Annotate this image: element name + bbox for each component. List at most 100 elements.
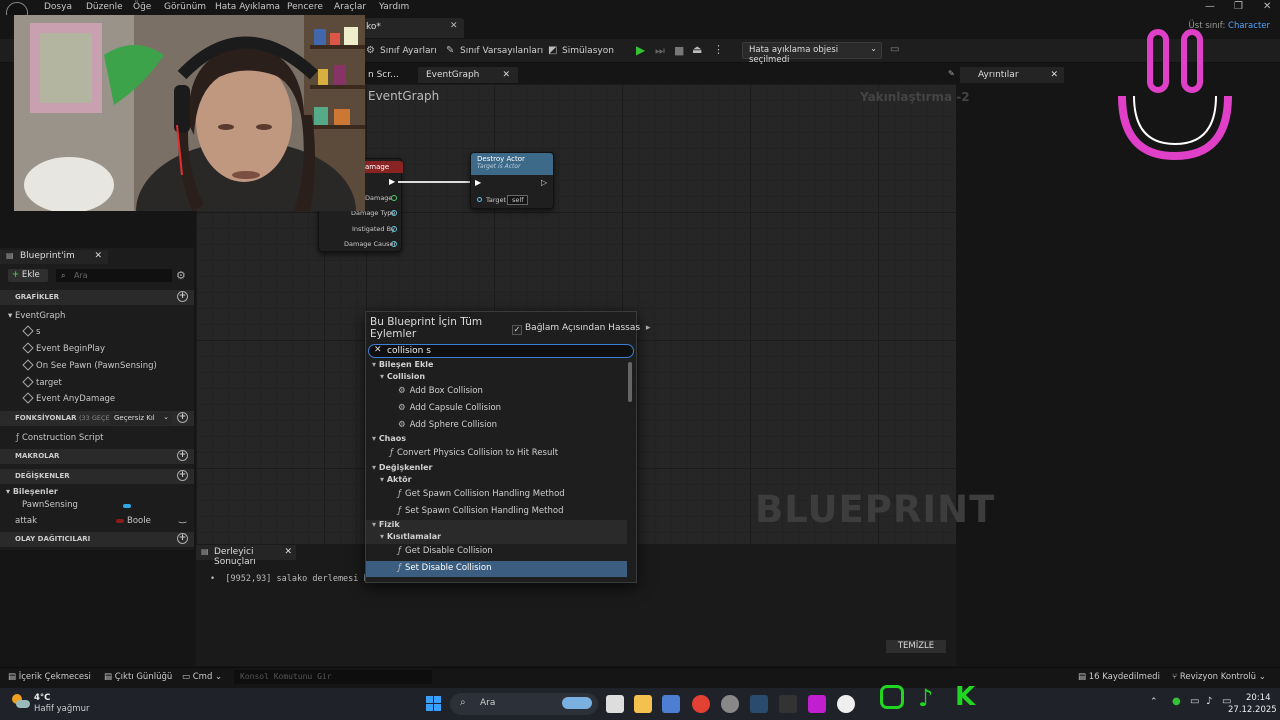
action-category[interactable]: ▾ Değişkenler — [366, 463, 627, 475]
add-variable-icon[interactable]: + — [177, 470, 188, 481]
more-options-icon[interactable]: ⋮ — [713, 43, 724, 56]
weather-icon[interactable] — [10, 692, 30, 712]
task-view-icon[interactable] — [606, 695, 624, 713]
output-log-button[interactable]: ▤ Çıktı Günlüğü — [104, 672, 172, 682]
tree-item-construction-script[interactable]: ƒ Construction Script — [16, 433, 103, 443]
action-category[interactable]: ▾ Bileşen Ekle — [366, 360, 627, 372]
blueprint-doc-tab[interactable]: ko* ✕ — [362, 18, 464, 38]
clock-date[interactable]: 27.12.2025 — [1228, 705, 1277, 715]
dispatchers-section-header[interactable]: OLAY DAĞITICILARI + — [0, 532, 194, 547]
network-icon[interactable]: ▭ — [1190, 696, 1199, 707]
action-item[interactable]: ƒ Set Disable Collision — [366, 561, 627, 577]
close-icon[interactable]: ✕ — [94, 251, 102, 261]
menu-debug[interactable]: Hata Ayıklama — [215, 2, 280, 12]
class-defaults-button[interactable]: ✎ Sınıf Varsayılanları — [446, 44, 543, 58]
exec-out-icon[interactable]: ▷ — [541, 178, 547, 187]
eject-icon[interactable]: ⏏ — [692, 43, 702, 56]
action-category[interactable]: ▾ Aktör — [366, 475, 627, 487]
chrome-icon[interactable] — [692, 695, 710, 713]
menu-view[interactable]: Görünüm — [164, 2, 206, 12]
action-category[interactable]: ▾ Chaos — [366, 434, 627, 446]
class-settings-button[interactable]: ⚙ Sınıf Ayarları — [366, 44, 437, 58]
action-item[interactable]: ƒ Get Spawn Collision Handling Method — [366, 487, 627, 503]
step-icon[interactable]: ⏭ — [655, 44, 665, 58]
component-pawnsensing[interactable]: PawnSensing — [22, 500, 78, 510]
close-icon[interactable]: ✕ — [1050, 70, 1058, 80]
revision-control-button[interactable]: ⑂ Revizyon Kontrolü ⌄ — [1172, 672, 1266, 682]
tree-item-anydamage[interactable]: Event AnyDamage — [22, 392, 115, 404]
tab-compiler-results[interactable]: ▤ Derleyici Sonuçları ✕ — [196, 545, 296, 567]
volume-icon[interactable]: ♪ — [1206, 696, 1212, 707]
action-item[interactable]: ⚙ Add Capsule Collision — [366, 401, 627, 417]
close-window-icon[interactable]: ✕ — [1263, 1, 1271, 12]
obs-icon[interactable] — [721, 695, 739, 713]
blueprint-search-input[interactable]: ⌕ Ara — [56, 269, 172, 282]
destroy-actor-node[interactable]: Destroy Actor Target is Actor ▶ ▷ Target… — [470, 152, 554, 209]
windows-start-icon[interactable] — [426, 696, 442, 712]
add-graph-icon[interactable]: + — [177, 291, 188, 302]
menu-tools[interactable]: Araçlar — [334, 2, 366, 12]
action-item[interactable]: ƒ Convert Physics Collision to Hit Result — [366, 446, 627, 462]
clear-search-icon[interactable]: ✕ — [374, 345, 382, 355]
action-list-scrollbar[interactable] — [628, 362, 632, 402]
tree-item-beginplay[interactable]: Event BeginPlay — [22, 342, 105, 354]
microphone-icon[interactable]: ● — [1172, 696, 1181, 707]
tree-item-eventgraph[interactable]: ▾ EventGraph — [8, 311, 65, 321]
exec-out-icon[interactable]: ▶ — [389, 177, 395, 186]
maximize-icon[interactable]: ❐ — [1234, 1, 1243, 12]
context-sensitive-checkbox[interactable]: ✓ Bağlam Açısından Hassas ▸ — [512, 323, 650, 335]
clock-time[interactable]: 20:14 — [1246, 693, 1271, 703]
action-category[interactable]: ▾ Kısıtlamalar — [366, 532, 627, 544]
play-icon[interactable]: ▶ — [636, 43, 645, 57]
store-icon[interactable] — [662, 695, 680, 713]
eye-icon[interactable]: ‿ — [179, 514, 186, 524]
clear-button[interactable]: TEMİZLE — [886, 640, 946, 653]
tab-details[interactable]: Ayrıntılar ✎ ✕ — [948, 67, 1064, 83]
target-self-field[interactable]: self — [507, 195, 529, 205]
pin-damage-causer-dot[interactable] — [391, 241, 397, 247]
steam-icon[interactable] — [750, 695, 768, 713]
taskbar-search[interactable]: ⌕ Ara — [450, 693, 598, 715]
pin-target-dot[interactable] — [477, 197, 482, 202]
menu-help[interactable]: Yardım — [379, 2, 409, 12]
override-dropdown[interactable]: Geçersiz Kıl ⌄ — [110, 413, 172, 425]
cmd-dropdown[interactable]: ▭ Cmd ⌄ — [182, 672, 222, 682]
tab-eventgraph[interactable]: EventGraph ✕ — [418, 67, 518, 83]
macros-section-header[interactable]: MAKROLAR + — [0, 449, 194, 464]
epic-games-icon[interactable] — [779, 695, 797, 713]
add-function-icon[interactable]: + — [177, 412, 188, 423]
tree-item-target[interactable]: target — [22, 376, 62, 388]
close-icon[interactable]: ✕ — [450, 21, 458, 31]
variables-section-header[interactable]: DEĞİŞKENLER + — [0, 469, 194, 484]
unreal-engine-icon[interactable] — [837, 695, 855, 713]
components-category[interactable]: ▾ Bileşenler — [6, 487, 58, 496]
console-input[interactable]: Konsol Komutunu Gir — [234, 670, 432, 684]
gear-icon[interactable]: ⚙ — [176, 269, 186, 282]
file-explorer-icon[interactable] — [634, 695, 652, 713]
unsaved-button[interactable]: ▤ 16 Kaydedilmedi — [1078, 672, 1160, 682]
debug-object-dropdown[interactable]: Hata ayıklama objesi seçilmedi ⌄ — [742, 42, 882, 65]
tree-item-s[interactable]: s — [22, 325, 40, 337]
action-item[interactable]: ⚙ Add Box Collision — [366, 384, 627, 400]
tab-my-blueprint[interactable]: Blueprint'im ▤ ✕ — [0, 250, 108, 264]
action-category[interactable]: ▾ Fizik — [366, 520, 627, 532]
content-drawer-button[interactable]: ▤ İçerik Çekmecesi — [8, 672, 91, 682]
add-button[interactable]: + Ekle — [8, 269, 48, 282]
action-category[interactable]: ▾ Collision — [366, 372, 627, 384]
variable-attak[interactable]: attak — [15, 516, 37, 526]
graphs-section-header[interactable]: GRAFİKLER + — [0, 290, 194, 305]
stop-icon[interactable]: ■ — [674, 44, 684, 57]
action-item[interactable]: ƒ Set Spawn Collision Handling Method — [366, 504, 627, 520]
close-icon[interactable]: ✕ — [502, 70, 510, 80]
action-item[interactable]: ƒ Get Disable Collision — [366, 544, 627, 560]
pin-damage-type-dot[interactable] — [391, 210, 397, 216]
exec-in-icon[interactable]: ▶ — [475, 178, 481, 187]
pin-damage-dot[interactable] — [391, 195, 397, 201]
action-search-input[interactable]: ✕ collision s — [368, 344, 634, 358]
menu-window[interactable]: Pencere — [287, 2, 323, 12]
browse-icon[interactable]: ▭ — [890, 44, 899, 55]
minimize-icon[interactable]: — — [1205, 1, 1215, 12]
tree-item-onseepawn[interactable]: On See Pawn (PawnSensing) — [22, 359, 157, 371]
action-item[interactable]: ⚙ Add Sphere Collision — [366, 418, 627, 434]
tray-chevron-icon[interactable]: ⌃ — [1150, 697, 1158, 707]
